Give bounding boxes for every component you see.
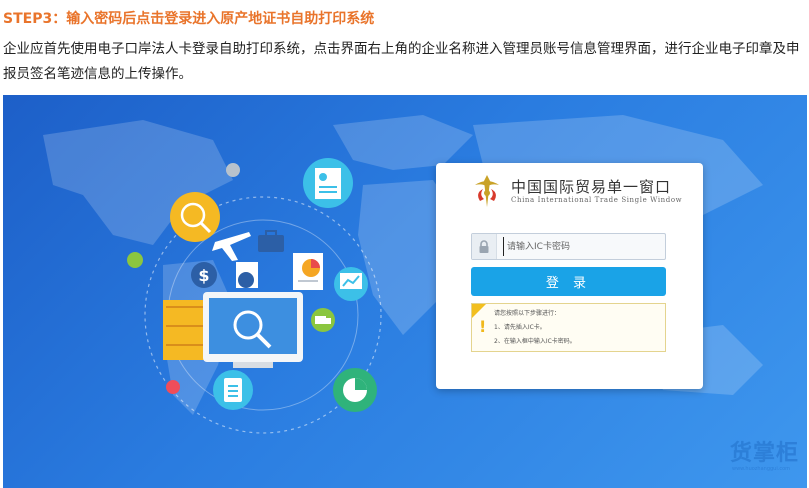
briefcase-icon — [258, 230, 284, 252]
archive-boxes-icon — [163, 300, 208, 360]
login-page-screenshot: $ 中国国际贸易单一窗口 China International Trade S… — [3, 95, 807, 488]
service-illustration: $ — [127, 158, 382, 434]
login-card: 中国国际贸易单一窗口 China International Trade Sin… — [436, 163, 703, 389]
watermark-text: 货掌柜 — [730, 441, 800, 466]
decor-dot-green — [127, 252, 143, 268]
notice-step-2: 2、在输入框中输入IC卡密码。 — [494, 338, 576, 345]
notice-step-1: 1、请先插入IC卡。 — [494, 324, 546, 331]
warning-icon: ! — [479, 317, 487, 336]
svg-text:$: $ — [198, 266, 209, 285]
chart-easel-icon — [334, 267, 368, 301]
ic-card-password-input[interactable] — [503, 237, 661, 256]
clipboard-icon — [213, 370, 253, 410]
watermark-logo: 货掌柜 www.huozhanggui.com — [730, 430, 809, 485]
truck-icon — [311, 308, 335, 332]
pie-document-icon — [293, 253, 323, 290]
password-field-wrapper — [471, 233, 666, 260]
lock-icon — [472, 234, 497, 259]
step-title: STEP3：输入密码后点击登录进入原产地证书自助打印系统 — [3, 11, 375, 27]
airplane-icon — [212, 232, 251, 261]
customs-emblem-icon — [471, 173, 503, 209]
notice-corner-flag — [472, 304, 486, 318]
brand-name-en: China International Trade Single Window — [511, 196, 683, 204]
resume-document-icon — [303, 158, 353, 208]
watermark-url: www.huozhanggui.com — [732, 466, 790, 472]
decor-dot-grey — [226, 163, 240, 177]
notice-title: 请您按照以下步骤进行： — [494, 310, 561, 317]
monitor-icon — [203, 292, 303, 368]
instructions-box: ! 请您按照以下步骤进行： 1、请先插入IC卡。 2、在输入框中输入IC卡密码。 — [471, 303, 666, 352]
dollar-icon: $ — [191, 262, 217, 288]
document-globe-icon — [236, 262, 258, 288]
login-button[interactable]: 登 录 — [471, 267, 666, 296]
brand-name-cn: 中国国际贸易单一窗口 — [511, 178, 672, 196]
globe-search-icon — [170, 192, 220, 242]
instructions-text: 请您按照以下步骤进行： 1、请先插入IC卡。 2、在输入框中输入IC卡密码。 — [494, 307, 576, 349]
intro-paragraph: 企业应首先使用电子口岸法人卡登录自助打印系统，点击界面右上角的企业名称进入管理员… — [3, 41, 800, 82]
pie-chart-icon — [333, 368, 377, 412]
decor-dot-red — [166, 380, 180, 394]
